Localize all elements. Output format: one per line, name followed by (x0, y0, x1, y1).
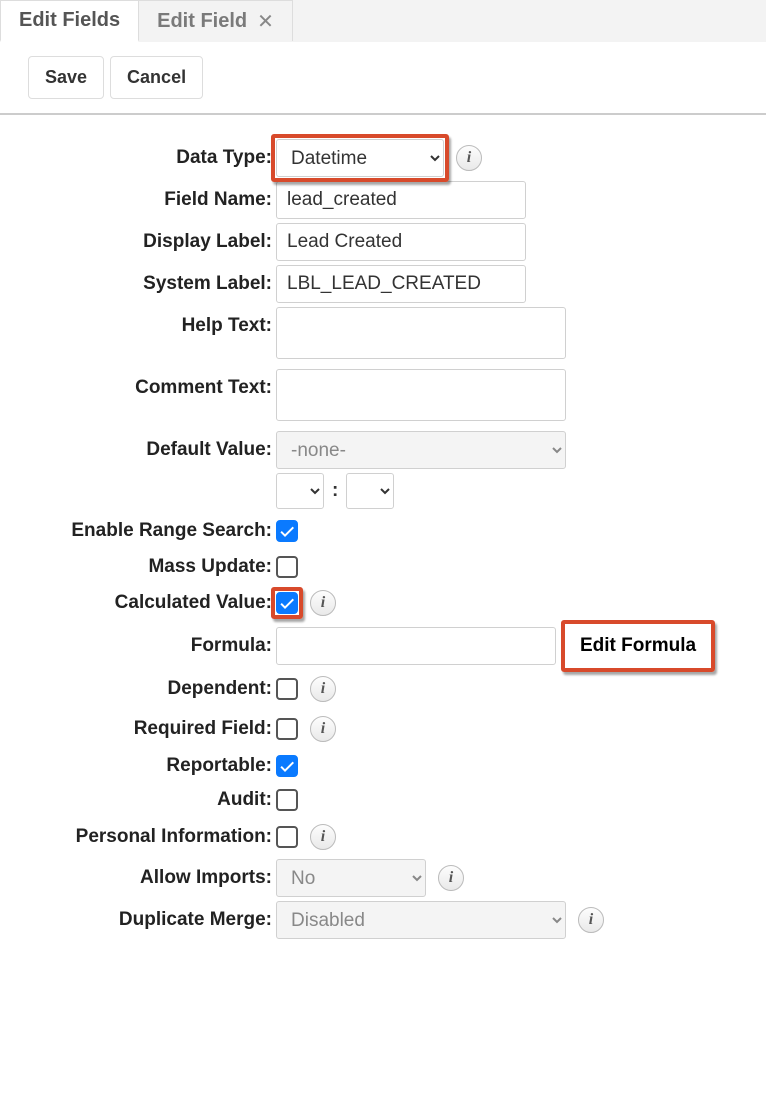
calculated-value-checkbox[interactable] (276, 592, 298, 614)
cancel-button[interactable]: Cancel (110, 56, 203, 99)
reportable-checkbox[interactable] (276, 755, 298, 777)
field-form: Data Type: Datetime i Field Name: Displa… (0, 139, 766, 963)
label-dependent: Dependent: (8, 678, 276, 700)
tab-bar: Edit Fields Edit Field ✕ (0, 0, 766, 42)
label-personal-information: Personal Information: (8, 826, 276, 848)
info-icon[interactable]: i (310, 716, 336, 742)
info-icon[interactable]: i (438, 865, 464, 891)
check-icon (279, 523, 295, 539)
tab-edit-fields[interactable]: Edit Fields (0, 0, 139, 42)
display-label-input[interactable] (276, 223, 526, 261)
duplicate-merge-select[interactable]: Disabled (276, 901, 566, 939)
personal-information-checkbox[interactable] (276, 826, 298, 848)
close-icon[interactable]: ✕ (257, 9, 274, 34)
label-reportable: Reportable: (8, 755, 276, 777)
check-icon (279, 758, 295, 774)
label-system-label: System Label: (8, 273, 276, 295)
allow-imports-select[interactable]: No (276, 859, 426, 897)
label-field-name: Field Name: (8, 189, 276, 211)
enable-range-search-checkbox[interactable] (276, 520, 298, 542)
label-data-type: Data Type: (8, 147, 276, 169)
tab-edit-fields-label: Edit Fields (19, 9, 120, 32)
label-duplicate-merge: Duplicate Merge: (8, 909, 276, 931)
time-minute-select[interactable] (346, 473, 394, 509)
label-help-text: Help Text: (8, 307, 276, 337)
label-required-field: Required Field: (8, 718, 276, 740)
info-icon[interactable]: i (310, 590, 336, 616)
info-icon[interactable]: i (310, 676, 336, 702)
tab-edit-field-label: Edit Field (157, 10, 247, 33)
default-value-select[interactable]: -none- (276, 431, 566, 469)
mass-update-checkbox[interactable] (276, 556, 298, 578)
formula-input[interactable] (276, 627, 556, 665)
time-hour-select[interactable] (276, 473, 324, 509)
label-allow-imports: Allow Imports: (8, 867, 276, 889)
check-icon (279, 595, 295, 611)
dependent-checkbox[interactable] (276, 678, 298, 700)
info-icon[interactable]: i (310, 824, 336, 850)
label-calculated-value: Calculated Value: (8, 592, 276, 614)
tab-edit-field[interactable]: Edit Field ✕ (139, 0, 293, 41)
comment-text-input[interactable] (276, 369, 566, 421)
label-mass-update: Mass Update: (8, 556, 276, 578)
label-default-value: Default Value: (8, 439, 276, 461)
toolbar: Save Cancel (0, 42, 766, 115)
required-field-checkbox[interactable] (276, 718, 298, 740)
save-button[interactable]: Save (28, 56, 104, 99)
label-formula: Formula: (8, 635, 276, 657)
help-text-input[interactable] (276, 307, 566, 359)
edit-formula-button[interactable]: Edit Formula (566, 625, 710, 667)
field-name-input[interactable] (276, 181, 526, 219)
label-enable-range-search: Enable Range Search: (8, 520, 276, 542)
label-comment-text: Comment Text: (8, 369, 276, 399)
info-icon[interactable]: i (578, 907, 604, 933)
system-label-input[interactable] (276, 265, 526, 303)
label-audit: Audit: (8, 789, 276, 811)
info-icon[interactable]: i (456, 145, 482, 171)
audit-checkbox[interactable] (276, 789, 298, 811)
data-type-select[interactable]: Datetime (276, 139, 444, 177)
time-colon: : (330, 480, 340, 502)
label-display-label: Display Label: (8, 231, 276, 253)
